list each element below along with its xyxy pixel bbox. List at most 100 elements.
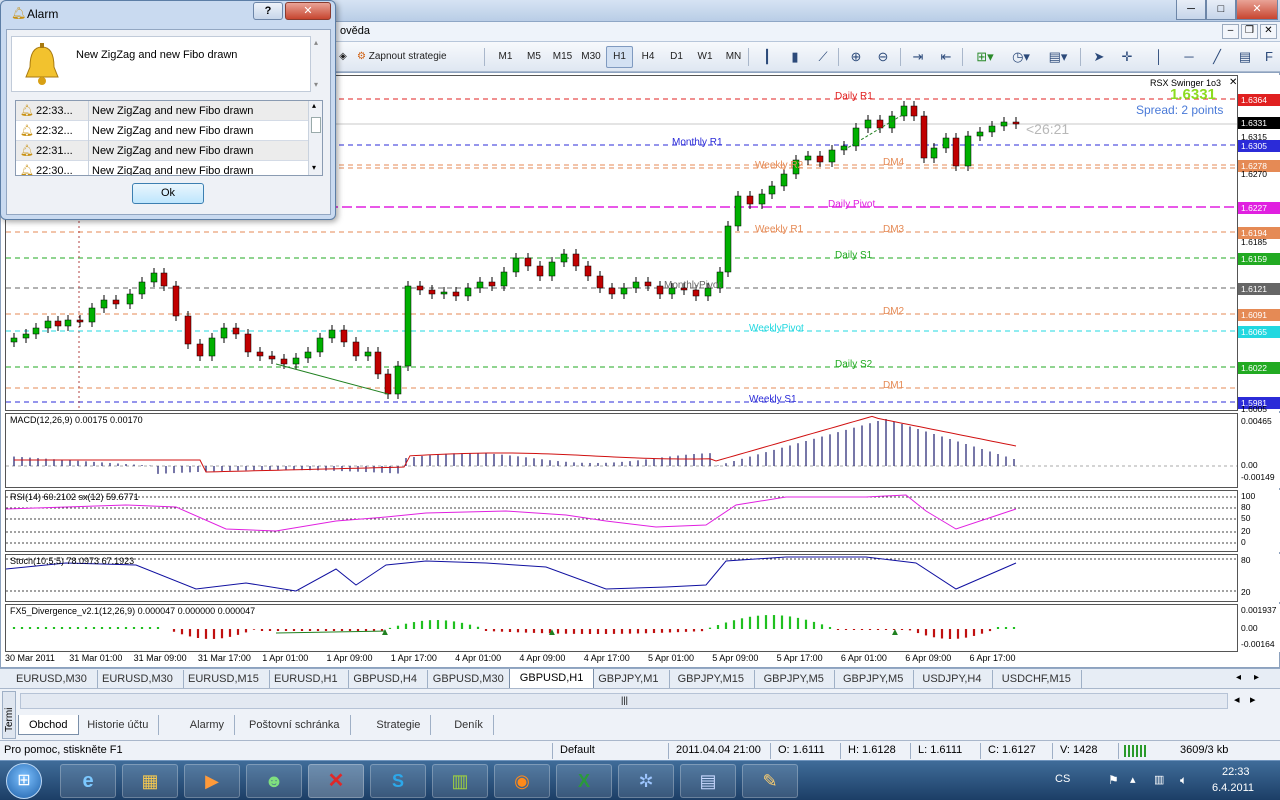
flag-icon[interactable]: ⚑ bbox=[1108, 773, 1119, 787]
maximize-button[interactable]: □ bbox=[1206, 0, 1236, 20]
volume-icon[interactable]: 🔈︎ bbox=[1180, 773, 1187, 788]
chart-tab[interactable]: GBPJPY,M1 bbox=[588, 670, 670, 688]
scroll-down-icon[interactable]: ▾ bbox=[314, 80, 318, 89]
chart-tab[interactable]: EURUSD,M30 bbox=[6, 670, 98, 688]
tab-scroll-left-icon[interactable]: ◂ bbox=[1236, 672, 1241, 683]
terminal-tab-0[interactable]: Obchod bbox=[18, 715, 79, 735]
vertical-line-icon[interactable]: │ bbox=[1148, 46, 1170, 68]
clock-time[interactable]: 22:33 bbox=[1222, 766, 1250, 778]
chart-tab[interactable]: EURUSD,M30 bbox=[92, 670, 184, 688]
mdi-restore-button[interactable]: ❐ bbox=[1241, 24, 1258, 39]
ie-icon[interactable]: e bbox=[60, 764, 116, 798]
language-indicator[interactable]: CS bbox=[1055, 773, 1070, 785]
chart-tab[interactable]: USDCHF,M15 bbox=[992, 670, 1082, 688]
chart-tab[interactable]: GBPUSD,H1 bbox=[508, 669, 595, 689]
timeframe-mn-button[interactable]: MN bbox=[720, 46, 747, 68]
scroll-up-icon[interactable]: ▴ bbox=[312, 101, 316, 110]
tray-expand-icon[interactable]: ▴ bbox=[1130, 773, 1136, 786]
indicator-close-icon[interactable]: ✕ bbox=[1229, 77, 1237, 88]
terminal-tab-5[interactable]: Deník bbox=[444, 715, 494, 735]
timeframe-m15-button[interactable]: M15 bbox=[549, 46, 576, 68]
alarm-row[interactable]: 🔔︎ 22:33... New ZigZag and new Fibo drawn bbox=[16, 101, 308, 121]
crosshair-icon[interactable]: ✛ bbox=[1116, 46, 1138, 68]
zoom-out-icon[interactable]: ⊖ bbox=[872, 46, 894, 68]
chart-tab[interactable]: USDJPY,H4 bbox=[912, 670, 993, 688]
toggle-strategy-button[interactable]: ⚙ Zapnout strategie bbox=[354, 46, 478, 68]
scroll-down-icon[interactable]: ▾ bbox=[312, 163, 316, 172]
toolbar-icon[interactable]: ◈ bbox=[336, 46, 350, 68]
scroll-thumb[interactable] bbox=[311, 117, 321, 133]
fx5-pane[interactable]: ▲ ▲ ▲ FX5_Divergence_v2.1(12,26,9) 0.00004… bbox=[5, 604, 1238, 652]
terminal-tab-4[interactable]: Strategie bbox=[366, 715, 432, 735]
chart-tab[interactable]: EURUSD,H1 bbox=[264, 670, 349, 688]
stoch-pane[interactable]: Stoch(10,5,5) 78.0973 67.1923 bbox=[5, 554, 1238, 602]
terminal-scroll-right-icon[interactable]: ▸ bbox=[1250, 693, 1256, 706]
cursor-icon[interactable]: ➤ bbox=[1088, 46, 1110, 68]
alarm-close-button[interactable]: ✕ bbox=[285, 2, 331, 20]
periods-icon[interactable]: ◷▾ bbox=[1006, 46, 1036, 68]
bar-chart-icon[interactable]: ┃ bbox=[756, 46, 778, 68]
document-app-icon[interactable]: ▤ bbox=[680, 764, 736, 798]
scroll-up-icon[interactable]: ▴ bbox=[314, 38, 318, 47]
app-icon[interactable]: ▥ bbox=[432, 764, 488, 798]
equidistant-channel-icon[interactable]: ▤ bbox=[1234, 46, 1256, 68]
history-scrollbar[interactable]: ▴ ▾ bbox=[308, 101, 322, 175]
chart-tab[interactable]: GBPJPY,M15 bbox=[668, 670, 756, 688]
alarm-history-list[interactable]: 🔔︎ 22:33... New ZigZag and new Fibo drawn 🔔… bbox=[15, 100, 323, 176]
mdi-close-button[interactable]: ✕ bbox=[1260, 24, 1277, 39]
timeframe-h1-button[interactable]: H1 bbox=[606, 46, 633, 68]
chart-tab[interactable]: GBPJPY,M5 bbox=[833, 670, 915, 688]
media-player-icon[interactable]: ▶ bbox=[184, 764, 240, 798]
alarm-row[interactable]: 🔔︎ 22:30... New ZigZag and new Fibo drawn bbox=[16, 161, 308, 175]
timeframe-h4-button[interactable]: H4 bbox=[635, 46, 662, 68]
timeframe-m1-button[interactable]: M1 bbox=[492, 46, 519, 68]
timeframe-m5-button[interactable]: M5 bbox=[521, 46, 548, 68]
terminal-tab-3[interactable]: Poštovní schránka bbox=[239, 715, 351, 735]
horizontal-line-icon[interactable]: ─ bbox=[1178, 46, 1200, 68]
indicators-icon[interactable]: ⊞▾ bbox=[970, 46, 1000, 68]
fibonacci-icon[interactable]: F bbox=[1258, 46, 1280, 68]
messenger-icon[interactable]: ☻ bbox=[246, 764, 302, 798]
terminal-scroll-left-icon[interactable]: ◂ bbox=[1234, 693, 1240, 706]
chart-shift-icon[interactable]: ⇤ bbox=[935, 46, 957, 68]
network-app-icon[interactable]: ✲ bbox=[618, 764, 674, 798]
line-chart-icon[interactable]: ⟋ bbox=[812, 46, 834, 68]
rsi-pane[interactable]: RSI(14) 60.2102 sx(12) 59.6771 bbox=[5, 490, 1238, 552]
explorer-icon[interactable]: ▦ bbox=[122, 764, 178, 798]
mdi-minimize-button[interactable]: – bbox=[1222, 24, 1239, 39]
timeframe-w1-button[interactable]: W1 bbox=[692, 46, 719, 68]
tab-scroll-right-icon[interactable]: ▸ bbox=[1254, 672, 1259, 683]
autoscroll-icon[interactable]: ⇥ bbox=[907, 46, 929, 68]
timeframe-m30-button[interactable]: M30 bbox=[578, 46, 605, 68]
minimize-button[interactable]: ─ bbox=[1176, 0, 1206, 20]
paint-icon[interactable]: ✎ bbox=[742, 764, 798, 798]
menu-item-help[interactable]: ověda bbox=[340, 25, 370, 37]
skype-icon[interactable]: S bbox=[370, 764, 426, 798]
help-button[interactable]: ? bbox=[253, 2, 283, 20]
terminal-tab-1[interactable]: Historie účtu bbox=[77, 715, 160, 735]
start-button[interactable]: ⊞ bbox=[6, 763, 42, 799]
chart-tab[interactable]: EURUSD,M15 bbox=[178, 670, 270, 688]
chart-tab[interactable]: GBPJPY,M5 bbox=[754, 670, 835, 688]
chart-tab[interactable]: GBPUSD,H4 bbox=[343, 670, 428, 688]
excel-icon[interactable]: X bbox=[556, 764, 612, 798]
terminal-side-tab[interactable]: Termi bbox=[2, 691, 16, 739]
alarm-row[interactable]: 🔔︎ 22:31... New ZigZag and new Fibo drawn bbox=[16, 141, 308, 161]
clock-date[interactable]: 6.4.2011 bbox=[1212, 782, 1254, 794]
alarm-row[interactable]: 🔔︎ 22:32... New ZigZag and new Fibo drawn bbox=[16, 121, 308, 141]
close-button[interactable]: ✕ bbox=[1236, 0, 1278, 20]
network-icon[interactable]: ▥ bbox=[1154, 773, 1164, 786]
timeframe-d1-button[interactable]: D1 bbox=[663, 46, 690, 68]
macd-pane[interactable]: MACD(12,26,9) 0.00175 0.00170 bbox=[5, 413, 1238, 488]
ok-button[interactable]: Ok bbox=[132, 183, 204, 204]
message-scrollbar[interactable]: ▴ ▾ bbox=[311, 36, 325, 92]
firefox-icon[interactable]: ◉ bbox=[494, 764, 550, 798]
metatrader-icon[interactable]: ✕ bbox=[308, 764, 364, 798]
templates-icon[interactable]: ▤▾ bbox=[1042, 46, 1074, 68]
terminal-scrollbar[interactable]: ||| bbox=[20, 693, 1228, 709]
terminal-tab-2[interactable]: Alarmy bbox=[180, 715, 236, 735]
candlestick-icon[interactable]: ▮ bbox=[784, 46, 806, 68]
zoom-in-icon[interactable]: ⊕ bbox=[845, 46, 867, 68]
scrollbar-grip[interactable]: ||| bbox=[621, 695, 628, 705]
chart-tab[interactable]: GBPUSD,M30 bbox=[423, 670, 515, 688]
